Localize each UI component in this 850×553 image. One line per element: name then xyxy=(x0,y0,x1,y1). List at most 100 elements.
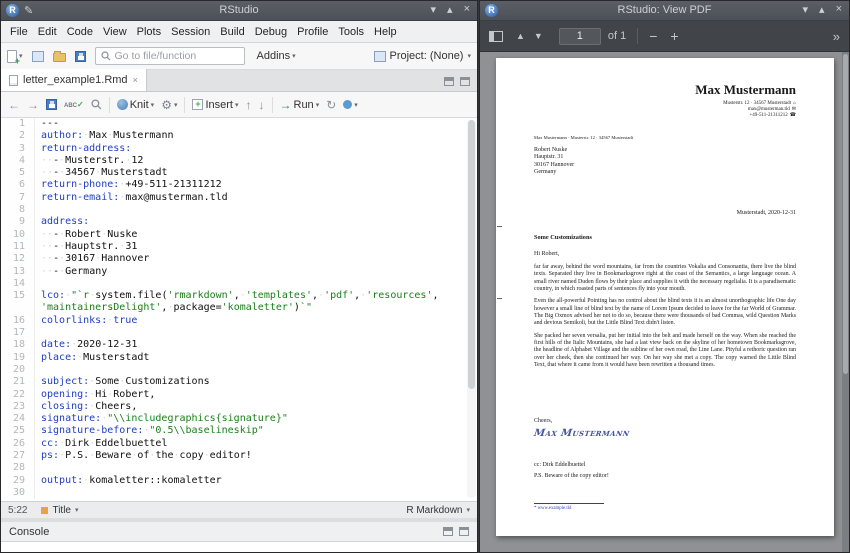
rstudio-main-window: R ✎ RStudio ▾ ▴ × File Edit Code View Pl… xyxy=(0,0,478,553)
editor-scrollbar[interactable] xyxy=(467,120,476,498)
titlebar[interactable]: R RStudio: View PDF ▾ ▴ × xyxy=(480,1,849,21)
file-type-selector[interactable]: R Markdown ▾ xyxy=(406,505,470,516)
previous-chunk-button[interactable]: ↑ xyxy=(246,98,252,112)
save-source-button[interactable] xyxy=(46,99,57,110)
knit-button[interactable]: Knit ▾ xyxy=(117,99,154,111)
menu-item-code[interactable]: Code xyxy=(62,23,98,41)
next-chunk-button[interactable]: ↓ xyxy=(259,98,265,112)
menu-item-tools[interactable]: Tools xyxy=(333,23,369,41)
minimize-button[interactable]: ▾ xyxy=(803,3,809,16)
maximize-pane-icon[interactable] xyxy=(459,527,469,536)
titlebar[interactable]: R ✎ RStudio ▾ ▴ × xyxy=(1,1,477,21)
new-file-icon: + xyxy=(7,50,17,63)
editor-toolbar: ← → ABC✓ Knit ▾ ⚙ ▾ + Insert ▾ ↑ ↓ → xyxy=(1,92,477,118)
spellcheck-button[interactable]: ABC✓ xyxy=(64,100,84,109)
pdf-scrollbar[interactable] xyxy=(842,52,849,552)
maximize-pane-icon[interactable] xyxy=(460,77,470,86)
toggle-sidebar-icon[interactable] xyxy=(489,31,503,42)
page-number-input[interactable] xyxy=(559,28,601,45)
rmd-file-icon xyxy=(9,75,18,86)
minimize-button[interactable]: ▾ xyxy=(431,3,437,16)
code-editor-lines: 1---2author:·Max·Mustermann3return-addre… xyxy=(1,118,477,499)
tab-title: letter_example1.Rmd xyxy=(23,74,128,86)
window-title: RStudio xyxy=(1,4,477,16)
find-replace-icon[interactable] xyxy=(91,99,102,110)
close-button[interactable]: × xyxy=(464,3,470,16)
insert-chunk-button[interactable]: + Insert ▾ xyxy=(192,99,238,111)
menu-item-debug[interactable]: Debug xyxy=(250,23,292,41)
search-icon xyxy=(101,51,111,61)
tab-close-icon[interactable]: × xyxy=(133,75,138,85)
run-arrow-icon: → xyxy=(280,98,292,112)
goto-file-input[interactable] xyxy=(115,50,235,62)
back-button[interactable]: ← xyxy=(8,98,20,112)
menu-item-profile[interactable]: Profile xyxy=(292,23,333,41)
page-total-label: of 1 xyxy=(608,30,626,42)
save-button[interactable] xyxy=(75,51,86,62)
open-file-button[interactable] xyxy=(53,50,66,62)
more-tools-icon[interactable]: » xyxy=(833,29,840,44)
new-project-icon xyxy=(32,51,44,62)
chevron-down-icon: ▾ xyxy=(151,101,155,109)
cursor-position: 5:22 xyxy=(8,505,27,516)
rerun-button[interactable]: ↻ xyxy=(326,98,336,112)
minimize-pane-icon[interactable] xyxy=(443,527,453,536)
letter-body: far far away, behind the word mountains,… xyxy=(534,264,796,374)
letter-footnote-link[interactable]: * www.example.tld xyxy=(534,503,604,511)
letter-contact-block: Musterstr. 12 · 34567 Musterstadt⌂ max@m… xyxy=(723,101,796,120)
chevron-down-icon: ▾ xyxy=(174,101,178,109)
goto-file-search[interactable] xyxy=(95,47,245,65)
letter-sender-name: Max Mustermann xyxy=(695,82,796,98)
footnote-rule xyxy=(534,503,604,504)
minimize-pane-icon[interactable] xyxy=(444,77,454,86)
menubar: File Edit Code View Plots Session Build … xyxy=(1,21,477,43)
fold-mark xyxy=(497,298,502,299)
scrollbar-thumb[interactable] xyxy=(468,120,475,389)
maximize-button[interactable]: ▴ xyxy=(819,3,825,16)
project-cube-icon xyxy=(374,51,386,62)
run-button[interactable]: → Run ▾ xyxy=(280,98,320,112)
tab-letter-example1[interactable]: letter_example1.Rmd × xyxy=(1,69,147,91)
save-icon xyxy=(75,51,86,62)
close-button[interactable]: × xyxy=(836,3,842,16)
open-folder-icon xyxy=(53,53,66,62)
menu-item-help[interactable]: Help xyxy=(369,23,402,41)
editor-tabbar: letter_example1.Rmd × xyxy=(1,70,477,92)
divider xyxy=(637,28,638,44)
menu-item-session[interactable]: Session xyxy=(166,23,215,41)
letter-paragraph: far far away, behind the word mountains,… xyxy=(534,264,796,293)
new-file-button[interactable]: + ▾ xyxy=(7,50,23,63)
next-page-button[interactable]: ▼ xyxy=(534,31,543,41)
zoom-in-button[interactable]: + xyxy=(670,28,678,44)
letter-opening: Hi Robert, xyxy=(534,251,559,257)
divider xyxy=(272,97,273,113)
divider xyxy=(184,97,185,113)
menu-item-plots[interactable]: Plots xyxy=(132,23,166,41)
menu-item-view[interactable]: View xyxy=(98,23,132,41)
letter-cc: cc: Dirk Eddelbuettel xyxy=(534,462,585,468)
menu-item-build[interactable]: Build xyxy=(215,23,249,41)
menu-item-file[interactable]: File xyxy=(5,23,33,41)
divider xyxy=(109,97,110,113)
chevron-down-icon: ▾ xyxy=(75,506,79,514)
publish-button[interactable]: ▾ xyxy=(343,100,358,109)
letter-dateline: Musterstadt, 2020-12-31 xyxy=(737,210,796,216)
forward-button[interactable]: → xyxy=(27,98,39,112)
zoom-out-button[interactable]: − xyxy=(649,28,657,44)
scrollbar-thumb[interactable] xyxy=(843,54,848,374)
tab-console[interactable]: Console xyxy=(9,526,49,538)
addins-button[interactable]: Addins ▾ xyxy=(257,50,296,62)
menu-item-edit[interactable]: Edit xyxy=(33,23,62,41)
home-icon: ⌂ xyxy=(793,101,796,106)
previous-page-button[interactable]: ▲ xyxy=(516,31,525,41)
new-project-button[interactable] xyxy=(32,51,44,62)
project-selector[interactable]: Project: (None) ▾ xyxy=(374,50,472,62)
letter-subject: Some Customizations xyxy=(534,234,592,241)
code-editor[interactable]: 1---2author:·Max·Mustermann3return-addre… xyxy=(1,118,477,501)
pdf-viewport[interactable]: Max Mustermann Musterstr. 12 · 34567 Mus… xyxy=(480,52,849,552)
section-navigator[interactable]: Title ▾ xyxy=(41,505,78,516)
maximize-button[interactable]: ▴ xyxy=(447,3,453,16)
document-options-button[interactable]: ⚙ ▾ xyxy=(161,98,177,112)
fold-mark xyxy=(497,226,502,227)
chevron-down-icon: ▾ xyxy=(354,101,358,109)
